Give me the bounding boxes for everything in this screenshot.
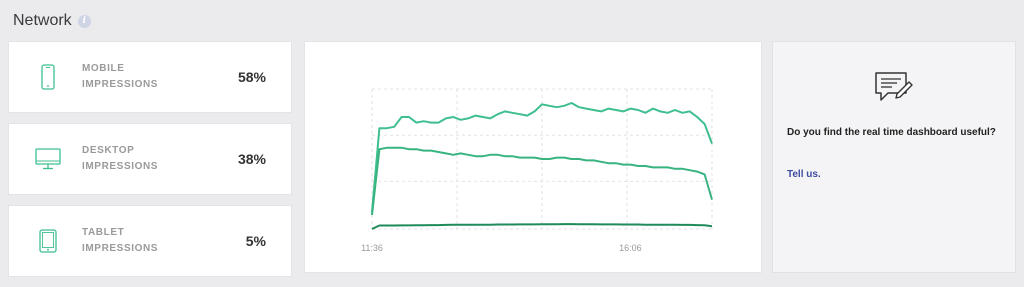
metric-card-desktop: DESKTOP IMPRESSIONS 38%: [9, 124, 291, 194]
tell-us-link[interactable]: Tell us.: [787, 169, 821, 180]
metric-card-tablet: TABLET IMPRESSIONS 5%: [9, 206, 291, 276]
feedback-question: Do you find the real time dashboard usef…: [787, 127, 996, 138]
impressions-line-chart: 11:36 16:06: [361, 88, 713, 253]
desktop-monitor-icon: [35, 144, 61, 174]
x-tick-label: 11:36: [361, 243, 383, 253]
metric-label: TABLET IMPRESSIONS: [82, 227, 159, 254]
feedback-chat-edit-icon: [873, 70, 913, 111]
section-header: Network i: [13, 12, 91, 30]
x-tick-label: 16:06: [619, 243, 642, 253]
info-icon[interactable]: i: [77, 14, 91, 28]
metric-value: 5%: [245, 233, 266, 249]
tablet-icon: [35, 226, 61, 256]
metric-value: 38%: [237, 151, 266, 167]
mobile-phone-icon: [35, 62, 61, 92]
impressions-chart-card: 11:36 16:06: [305, 42, 761, 272]
metric-card-mobile: MOBILE IMPRESSIONS 58%: [9, 42, 291, 112]
chart-x-ticks: 11:36 16:06: [361, 243, 642, 253]
metric-label: MOBILE IMPRESSIONS: [82, 63, 159, 90]
feedback-card: Do you find the real time dashboard usef…: [773, 42, 1015, 272]
metric-label: DESKTOP IMPRESSIONS: [82, 145, 159, 172]
section-title: Network: [13, 12, 72, 29]
metric-value: 58%: [237, 69, 266, 85]
